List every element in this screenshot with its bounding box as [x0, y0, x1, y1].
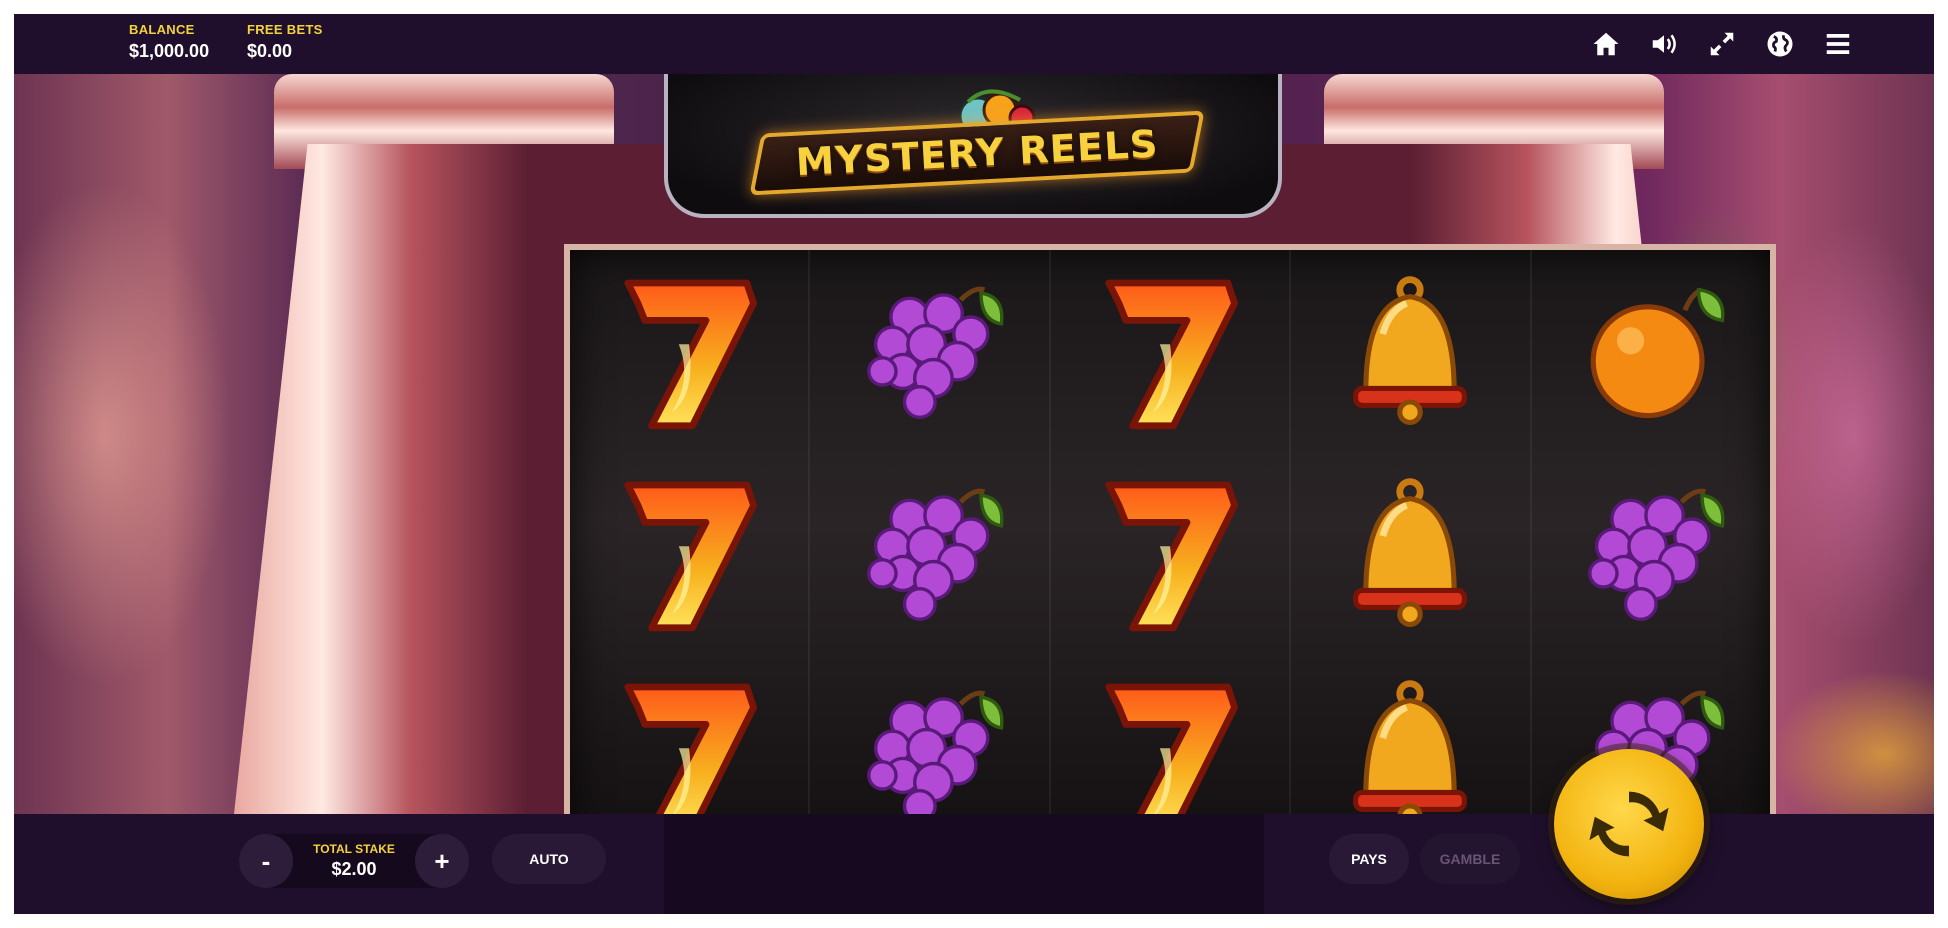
- stake-control: - TOTAL STAKE $2.00 +: [239, 834, 469, 888]
- symbol-bell-icon: [1291, 452, 1529, 654]
- game-title: MYSTERY REELS: [794, 121, 1160, 185]
- gamble-button[interactable]: GAMBLE: [1420, 834, 1520, 884]
- symbol-seven-icon: [1051, 250, 1289, 452]
- game-window: BALANCE $1,000.00 FREE BETS $0.00 MYSTER…: [14, 14, 1934, 914]
- symbol-seven-icon: [1051, 452, 1289, 654]
- slot-machine: MYSTERY REELS: [234, 74, 1776, 862]
- free-bets-label: FREE BETS: [247, 22, 323, 37]
- decrease-stake-button[interactable]: -: [239, 834, 293, 888]
- symbol-bell-icon: [1291, 250, 1529, 452]
- stake-value: $2.00: [331, 859, 377, 879]
- sound-icon[interactable]: [1646, 26, 1682, 62]
- symbol-seven-icon: [570, 452, 808, 654]
- symbol-orange-icon: [1532, 250, 1770, 452]
- balance-value: $1,000.00: [129, 41, 210, 61]
- reel-4: [1291, 250, 1532, 856]
- home-icon[interactable]: [1588, 26, 1624, 62]
- stake-display: TOTAL STAKE $2.00: [293, 842, 415, 880]
- increase-stake-button[interactable]: +: [415, 834, 469, 888]
- reel-2: [810, 250, 1051, 856]
- title-panel: MYSTERY REELS: [664, 74, 1282, 218]
- balance-display: BALANCE $1,000.00: [129, 22, 209, 62]
- symbol-grapes-icon: [810, 452, 1048, 654]
- pays-button[interactable]: PAYS: [1329, 834, 1409, 884]
- free-bets-value: $0.00: [247, 41, 293, 61]
- top-bar: BALANCE $1,000.00 FREE BETS $0.00: [14, 14, 1934, 74]
- top-icons: [1588, 26, 1856, 62]
- auto-button[interactable]: AUTO: [492, 834, 606, 884]
- balance-label: BALANCE: [129, 22, 195, 37]
- reel-1: [570, 250, 811, 856]
- bottom-bar-center: [664, 814, 1264, 914]
- reel-3: [1051, 250, 1292, 856]
- fullscreen-icon[interactable]: [1704, 26, 1740, 62]
- game-logo: MYSTERY REELS: [749, 110, 1205, 196]
- menu-icon[interactable]: [1820, 26, 1856, 62]
- spin-button[interactable]: [1554, 749, 1704, 899]
- symbol-grapes-icon: [810, 250, 1048, 452]
- symbol-grapes-icon: [1532, 452, 1770, 654]
- free-bets-display: FREE BETS $0.00: [247, 22, 323, 62]
- symbol-seven-icon: [570, 250, 808, 452]
- globe-icon[interactable]: [1762, 26, 1798, 62]
- stake-label: TOTAL STAKE: [313, 842, 395, 856]
- spin-icon: [1589, 791, 1669, 857]
